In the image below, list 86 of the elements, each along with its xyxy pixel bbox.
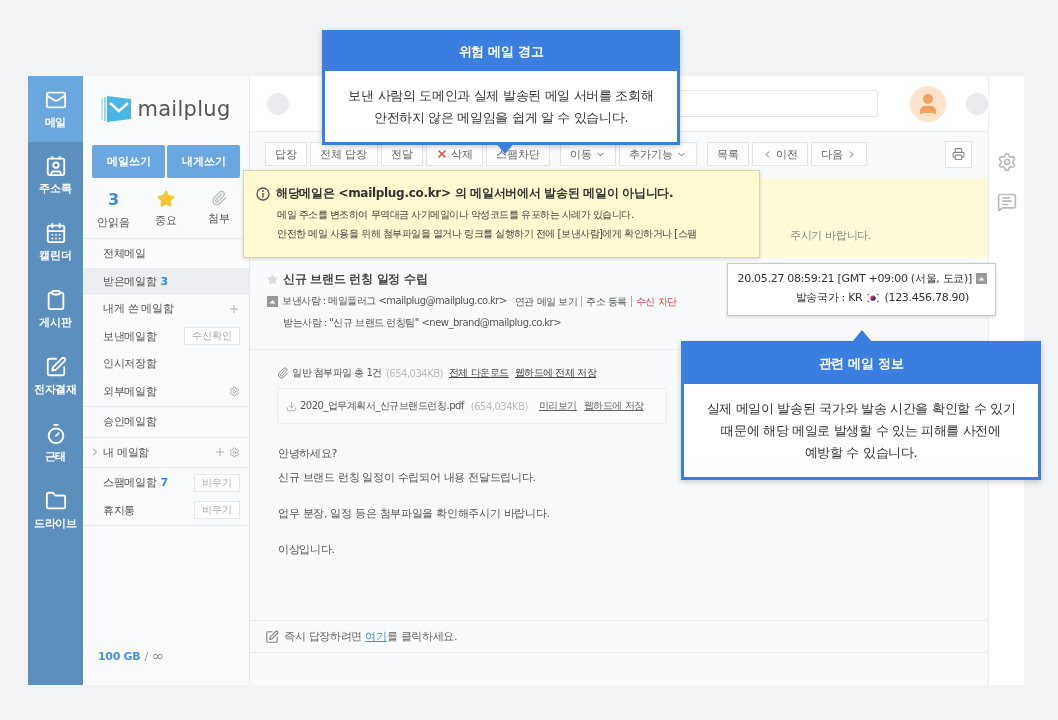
folder-item[interactable]: 외부메일함	[83, 377, 249, 405]
file-link[interactable]: 미리보기	[538, 399, 577, 413]
callout-title: 관련 메일 정보	[684, 344, 1038, 384]
folder-label[interactable]: 보낸메일함	[103, 328, 184, 344]
settings-icon[interactable]	[229, 385, 240, 397]
pen-square-icon[interactable]	[265, 629, 279, 644]
comment-icon[interactable]	[996, 192, 1017, 212]
folder-label[interactable]: 내 메일함	[103, 444, 214, 460]
folder-item[interactable]: 승인메일함	[83, 408, 249, 436]
quick-filter[interactable]: 3 안읽음	[88, 190, 139, 230]
quick-filter[interactable]: 중요	[141, 190, 191, 230]
sender-link[interactable]: 주소 등록	[581, 295, 631, 307]
file-size: (654,034KB)	[470, 400, 528, 412]
attachment-summary: 일반 첨부파일 총 1건	[292, 366, 382, 380]
send-country: 발송국가 : KR	[795, 290, 863, 305]
toolbar-button[interactable]: 다음	[810, 142, 867, 166]
toolbar-button[interactable]: 이전	[751, 142, 808, 166]
callout-title: 위험 메일 경고	[325, 33, 677, 71]
recipient-text: 받는사람 : "신규 브랜드 런칭팀" <new_brand@mailplug.co.kr>	[283, 316, 562, 330]
folder-item[interactable]: 받은메일함 3	[83, 267, 249, 295]
folder-item[interactable]: 휴지통 비우기	[83, 496, 249, 524]
send-ip: (123.456.78.90)	[884, 291, 969, 304]
folder-item[interactable]: 내게 쓴 메일함	[83, 295, 249, 323]
attachment-link[interactable]: 전체 다운로드	[449, 366, 509, 380]
folder-item[interactable]: 보낸메일함 수신확인	[83, 322, 249, 350]
sender-link[interactable]: 수신 차단	[630, 295, 681, 307]
storage-limit: ∞	[151, 647, 164, 665]
warning-title: 해당메일은 <mailplug.co.kr> 의 메일서버에서 발송된 메일이 아닙니다.	[276, 185, 674, 202]
plus-icon[interactable]	[228, 302, 240, 315]
collapse-icon[interactable]	[976, 273, 987, 284]
send-time: 20.05.27 08:59:21 [GMT +09:00 (서울, 도쿄)]	[737, 271, 972, 286]
reply-link[interactable]: 여기	[365, 630, 387, 643]
plus-icon[interactable]	[214, 446, 226, 459]
attachment-size: (654,034KB)	[385, 367, 443, 379]
callout-text: 보낸 사람의 도메인과 실제 발송된 메일 서버를 조회해 안전하지 않은 메일임을 쉽게 알 수 있습니다.	[347, 86, 655, 127]
calendar-icon	[44, 222, 67, 244]
folder-item[interactable]: 스팸메일함 7 비우기	[83, 469, 249, 497]
pen-square-icon	[44, 356, 67, 378]
download-icon[interactable]	[286, 400, 297, 412]
body-text: 안녕하세요?	[278, 446, 338, 461]
folder-label[interactable]: 전체메일	[103, 246, 240, 262]
file-name[interactable]: 2020_업무계획서_신규브랜드런칭.pdf	[300, 399, 464, 413]
avatar-icon[interactable]	[910, 85, 946, 122]
print-icon	[952, 147, 965, 161]
logo-text: mailplug	[137, 97, 231, 121]
folder-label[interactable]: 받은메일함 3	[103, 273, 240, 289]
toolbar-button[interactable]: 목록	[706, 142, 749, 166]
folder-label[interactable]: 인시저장함	[103, 356, 240, 372]
print-button[interactable]	[945, 140, 972, 168]
toolbar-button[interactable]: 답장	[265, 142, 307, 166]
info-icon	[256, 186, 270, 201]
storage-used: 100 GB	[98, 649, 141, 663]
warning-text: 안전한 메일 사용을 위해 첨부파일을 열거나 링크를 실행하기 전에 [보낸사람]에게 확인하거나 [스팸	[277, 227, 697, 240]
close-icon	[435, 148, 448, 160]
folder-label[interactable]: 외부메일함	[103, 383, 226, 399]
body-text: 이상입니다.	[278, 542, 335, 557]
storage-separator: /	[144, 649, 148, 663]
folder-item[interactable]: 내 메일함	[83, 438, 249, 466]
body-text: 신규 브랜드 런칭 일정이 수립되어 내용 전달드립니다.	[278, 470, 536, 485]
settings-icon[interactable]	[229, 446, 240, 458]
attachment-link[interactable]: 웹하드에 전체 저장	[514, 366, 597, 380]
body-text: 업무 분장, 일정 등은 첨부파일을 확인해주시기 바랍니다.	[278, 506, 550, 521]
file-link[interactable]: 웹하드에 저장	[583, 399, 644, 413]
flag-icon	[866, 292, 881, 303]
folder-item[interactable]: 인시저장함	[83, 350, 249, 378]
folder-label[interactable]: 휴지통	[103, 502, 194, 518]
star-icon[interactable]	[267, 273, 278, 285]
paperclip-icon	[210, 190, 227, 206]
folder-label[interactable]: 내게 쓴 메일함	[103, 301, 228, 317]
mail-subject: 신규 브랜드 런칭 일정 수립	[283, 270, 428, 288]
warning-text: 메일 주소를 변조하여 무역대금 사기메일이나 악성코드를 유포하는 사례가 있습니다.	[277, 208, 634, 221]
collapse-icon[interactable]	[267, 295, 278, 307]
sender-link[interactable]: 연관 메일 보기	[510, 295, 582, 307]
contact-card-icon	[44, 155, 67, 177]
paperclip-icon	[277, 367, 289, 379]
quick-filter[interactable]: 첨부	[193, 190, 244, 230]
folder-icon	[44, 490, 67, 512]
folder-label[interactable]: 스팸메일함 7	[103, 475, 194, 491]
settings-icon[interactable]	[996, 152, 1017, 172]
folder-label[interactable]: 승인메일함	[103, 414, 240, 430]
callout-text: 실제 메일이 발송된 국가와 발송 시간을 확인할 수 있기 때문에 해당 메일로 발생할 수 있는 피해를 사전에 예방할 수 있습니다.	[705, 399, 1017, 462]
star-icon	[157, 190, 175, 208]
logo-icon	[101, 96, 132, 122]
banner-text: 주시기 바랍니다.	[790, 228, 872, 243]
quick-reply-text: 즉시 답장하려면 여기를 클릭하세요.	[284, 629, 458, 644]
sender-text: 보낸사람 : 메일플러그 <mailplug@mailplug.co.kr>	[282, 294, 507, 308]
